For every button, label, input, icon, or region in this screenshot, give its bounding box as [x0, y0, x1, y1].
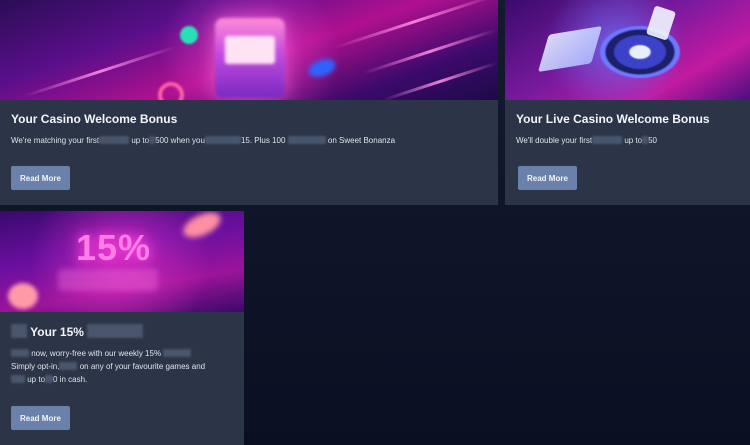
- card-title: Your Casino Welcome Bonus: [11, 112, 178, 126]
- read-more-button[interactable]: Read More: [11, 166, 70, 190]
- slot-machine-icon: [215, 18, 285, 98]
- chip-icon: [306, 55, 338, 81]
- chip-icon: [158, 82, 184, 100]
- cashback-percent-neon: 15%: [76, 227, 152, 268]
- card-description: now, worry-free with our weekly 15% Simp…: [11, 349, 206, 384]
- cashback-banner-image: 15%: [0, 211, 244, 312]
- coin-icon: [8, 283, 38, 309]
- card-title: Your 15%: [11, 324, 233, 339]
- card-title: Your Live Casino Welcome Bonus: [516, 112, 710, 126]
- casino-welcome-card: Your Casino Welcome Bonus We're matching…: [0, 0, 498, 205]
- card-description: We'll double your first up to 50: [516, 136, 658, 145]
- playing-cards-icon: [537, 25, 603, 73]
- live-casino-banner-image: [505, 0, 750, 100]
- cashback-card: 15% Your 15% now, worry-free with our we…: [0, 211, 244, 445]
- read-more-button[interactable]: Read More: [518, 166, 577, 190]
- card-description: We're matching your first up to 500 when …: [11, 136, 396, 145]
- coin-icon: [179, 211, 225, 243]
- live-casino-welcome-card: Your Live Casino Welcome Bonus We'll dou…: [505, 0, 750, 205]
- casino-banner-image: [0, 0, 498, 100]
- chip-icon: [180, 26, 198, 44]
- roulette-wheel-icon: [588, 18, 692, 86]
- read-more-button[interactable]: Read More: [11, 406, 70, 430]
- neon-sign-blurred: [58, 269, 158, 291]
